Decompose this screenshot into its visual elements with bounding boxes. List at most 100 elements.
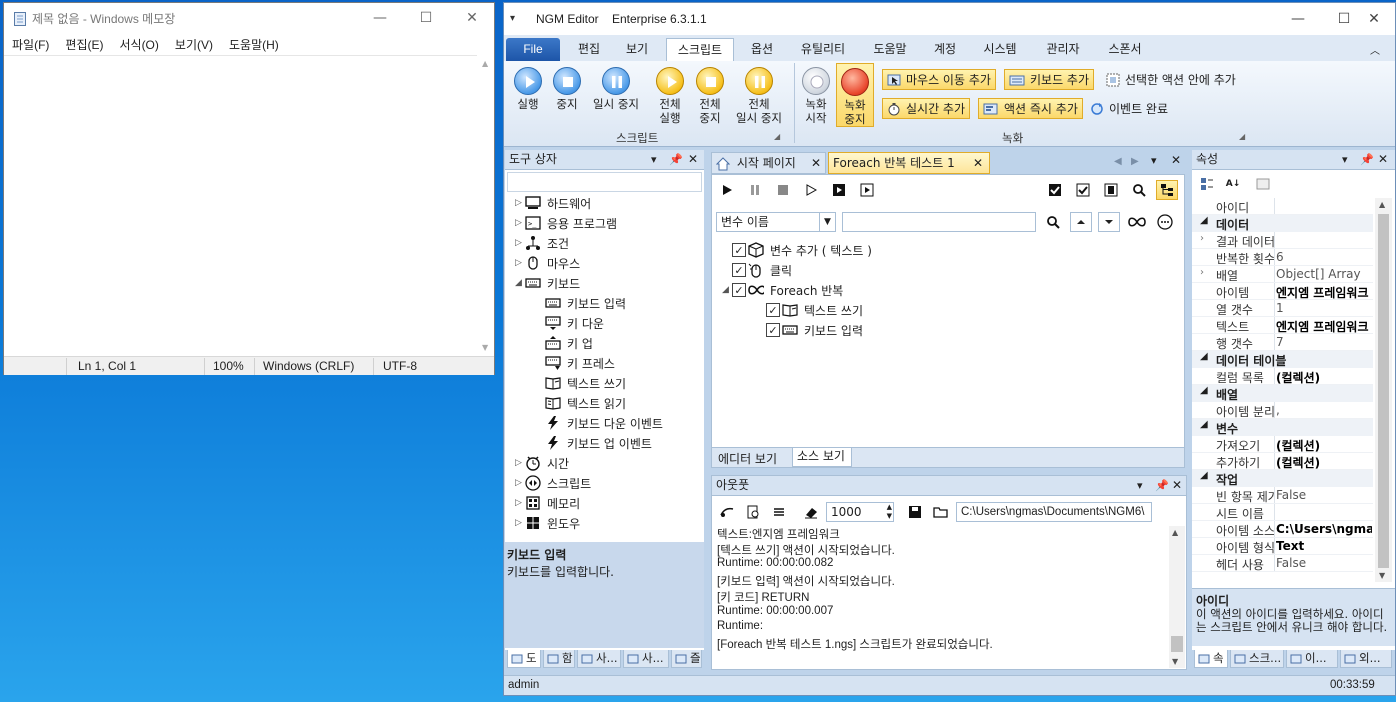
toolbox-item[interactable]: 키 다운 <box>545 314 604 332</box>
property-category[interactable]: ◢ 데이터 <box>1192 215 1373 232</box>
minimize-button[interactable]: — <box>1275 3 1321 35</box>
property-row[interactable]: 빈 항목 제거 False <box>1192 487 1373 504</box>
scroll-thumb[interactable] <box>1171 636 1183 652</box>
action-item[interactable]: ✓ 변수 추가 ( 텍스트 ) <box>722 241 872 259</box>
expand-icon[interactable]: ▷ <box>515 218 525 228</box>
scroll-up-icon[interactable]: ▲ <box>1172 528 1178 537</box>
action-checkbox[interactable]: ✓ <box>766 323 780 337</box>
move-down-icon[interactable] <box>1098 212 1120 232</box>
quick-access-icon[interactable]: ▾ <box>510 13 515 24</box>
loop-icon[interactable] <box>1126 212 1148 232</box>
tab-admin[interactable]: 관리자 <box>1039 38 1087 61</box>
property-row[interactable]: 추가하기 (컬렉션) <box>1192 453 1373 470</box>
tab-view[interactable]: 보기 <box>619 38 655 61</box>
notepad-text-area[interactable] <box>4 55 494 356</box>
run-button[interactable]: 실행 <box>510 67 546 111</box>
expand-icon[interactable]: ▷ <box>515 458 525 468</box>
property-row[interactable]: 아이디 <box>1192 198 1373 215</box>
ngm-titlebar[interactable]: ▾ NGM Editor Enterprise 6.3.1.1 — ☐ ✕ <box>504 3 1395 35</box>
folder-icon[interactable] <box>930 502 952 522</box>
tab-options[interactable]: 옵션 <box>742 38 782 61</box>
search-icon[interactable] <box>1128 180 1150 200</box>
tab-list-icon[interactable]: ▾ <box>1151 154 1157 167</box>
tab-foreach-test[interactable]: Foreach 반복 테스트 1 ✕ <box>828 152 990 174</box>
toolbox-item[interactable]: 텍스트 쓰기 <box>545 374 626 392</box>
file-search-icon[interactable] <box>742 502 764 522</box>
stepper-arrows-icon[interactable]: ▲ ▼ <box>887 503 892 521</box>
scroll-down-icon[interactable]: ▼ <box>482 343 488 352</box>
scroll-down-icon[interactable]: ▼ <box>1172 657 1178 666</box>
expand-icon[interactable]: › <box>1200 267 1204 278</box>
toolbox-item[interactable]: ▷ 윈도우 <box>515 514 580 532</box>
add-action-now-button[interactable]: 액션 즉시 추가 <box>978 98 1083 119</box>
expand-icon[interactable]: ▷ <box>515 238 525 248</box>
variable-name-select[interactable]: 변수 이름 ▼ <box>716 212 836 232</box>
record-start-button[interactable]: 녹화 시작 <box>800 67 832 125</box>
toolbox-item[interactable]: ▷ 조건 <box>515 234 569 252</box>
categorized-icon[interactable] <box>1196 174 1218 194</box>
property-row[interactable]: › 배열 Object[] Array <box>1192 266 1373 283</box>
bottom-tab[interactable]: 외... <box>1340 650 1392 668</box>
line-count-stepper[interactable]: 1000 ▲ ▼ <box>826 502 894 522</box>
play-frame-icon[interactable] <box>856 180 878 200</box>
list-icon[interactable] <box>768 502 790 522</box>
collapse-icon[interactable]: ◢ <box>1200 470 1208 481</box>
group-launcher-icon[interactable]: ◢ <box>774 132 780 141</box>
scroll-down-icon[interactable]: ▼ <box>1379 571 1385 580</box>
property-row[interactable]: 아이템 분리, <box>1192 402 1373 419</box>
pin-icon[interactable]: 📌 <box>1360 150 1374 169</box>
property-category[interactable]: ◢ 배열 <box>1192 385 1373 402</box>
play-box-icon[interactable] <box>828 180 850 200</box>
bottom-tab[interactable]: 사... <box>577 650 621 668</box>
toolbox-item[interactable]: 키보드 업 이벤트 <box>545 434 652 452</box>
tab-scroll-right-icon[interactable]: ▶ <box>1131 156 1139 167</box>
property-row[interactable]: 텍스트 엔지엠 프레임워크 <box>1192 317 1373 334</box>
tab-script[interactable]: 스크립트 <box>666 38 734 61</box>
tab-edit[interactable]: 편집 <box>570 38 608 61</box>
close-icon[interactable]: ✕ <box>1172 476 1182 495</box>
scroll-up-icon[interactable]: ▲ <box>482 59 488 68</box>
collapse-icon[interactable]: ◢ <box>1200 419 1208 430</box>
tree-view-icon[interactable] <box>1156 180 1178 200</box>
toolbox-search-input[interactable] <box>507 172 702 192</box>
bottom-tab[interactable]: 속 <box>1194 650 1228 668</box>
property-row[interactable]: 아이템 형식 Text <box>1192 538 1373 555</box>
action-item[interactable]: ✓ 클릭 <box>722 261 792 279</box>
property-category[interactable]: ◢ 작업 <box>1192 470 1373 487</box>
check-icon[interactable] <box>1072 180 1094 200</box>
close-icon[interactable]: ✕ <box>1378 150 1388 169</box>
expand-icon[interactable]: ▷ <box>515 258 525 268</box>
expand-icon[interactable]: ▷ <box>515 478 525 488</box>
action-checkbox[interactable]: ✓ <box>732 243 746 257</box>
collapse-icon[interactable]: ◢ <box>1200 351 1208 362</box>
expanded-icon[interactable]: ◢ <box>722 285 732 295</box>
action-checkbox[interactable]: ✓ <box>732 263 746 277</box>
add-in-selected-button[interactable]: 선택한 액션 안에 추가 <box>1102 69 1240 90</box>
collapse-ribbon-icon[interactable]: ︿ <box>1370 42 1380 57</box>
scroll-thumb[interactable] <box>1378 214 1389 568</box>
dropdown-icon[interactable]: ▾ <box>1137 476 1143 495</box>
bottom-tab[interactable]: 스크... <box>1230 650 1284 668</box>
action-checkbox[interactable]: ✓ <box>766 303 780 317</box>
minimize-button[interactable]: — <box>357 3 403 33</box>
close-button[interactable]: ✕ <box>1351 3 1396 35</box>
pause-icon[interactable] <box>744 180 766 200</box>
output-scrollbar[interactable]: ▲ ▼ <box>1169 526 1185 668</box>
check-all-icon[interactable] <box>1044 180 1066 200</box>
dropdown-icon[interactable]: ▾ <box>1342 150 1348 169</box>
toolbox-item[interactable]: ▷ 스크립트 <box>515 474 591 492</box>
property-row[interactable]: 헤더 사용 False <box>1192 555 1373 572</box>
bottom-tab[interactable]: 즐 <box>671 650 702 668</box>
expanded-icon[interactable]: ◢ <box>515 278 525 288</box>
toolbox-item[interactable]: 키보드 다운 이벤트 <box>545 414 663 432</box>
action-item[interactable]: ✓ 키보드 입력 <box>756 321 863 339</box>
close-tab-icon[interactable]: ✕ <box>973 153 983 174</box>
record-stop-button[interactable]: 녹화 중지 <box>836 63 874 127</box>
collapse-icon[interactable]: ◢ <box>1200 385 1208 396</box>
toolbox-item[interactable]: 키보드 입력 <box>545 294 626 312</box>
pause-button[interactable]: 일시 중지 <box>588 67 644 111</box>
property-row[interactable]: 컬럼 목록 (컬렉션) <box>1192 368 1373 385</box>
tab-start-page[interactable]: 시작 페이지 ✕ <box>711 152 826 174</box>
stop-all-button[interactable]: 전체 중지 <box>692 67 728 125</box>
property-row[interactable]: 열 갯수 1 <box>1192 300 1373 317</box>
